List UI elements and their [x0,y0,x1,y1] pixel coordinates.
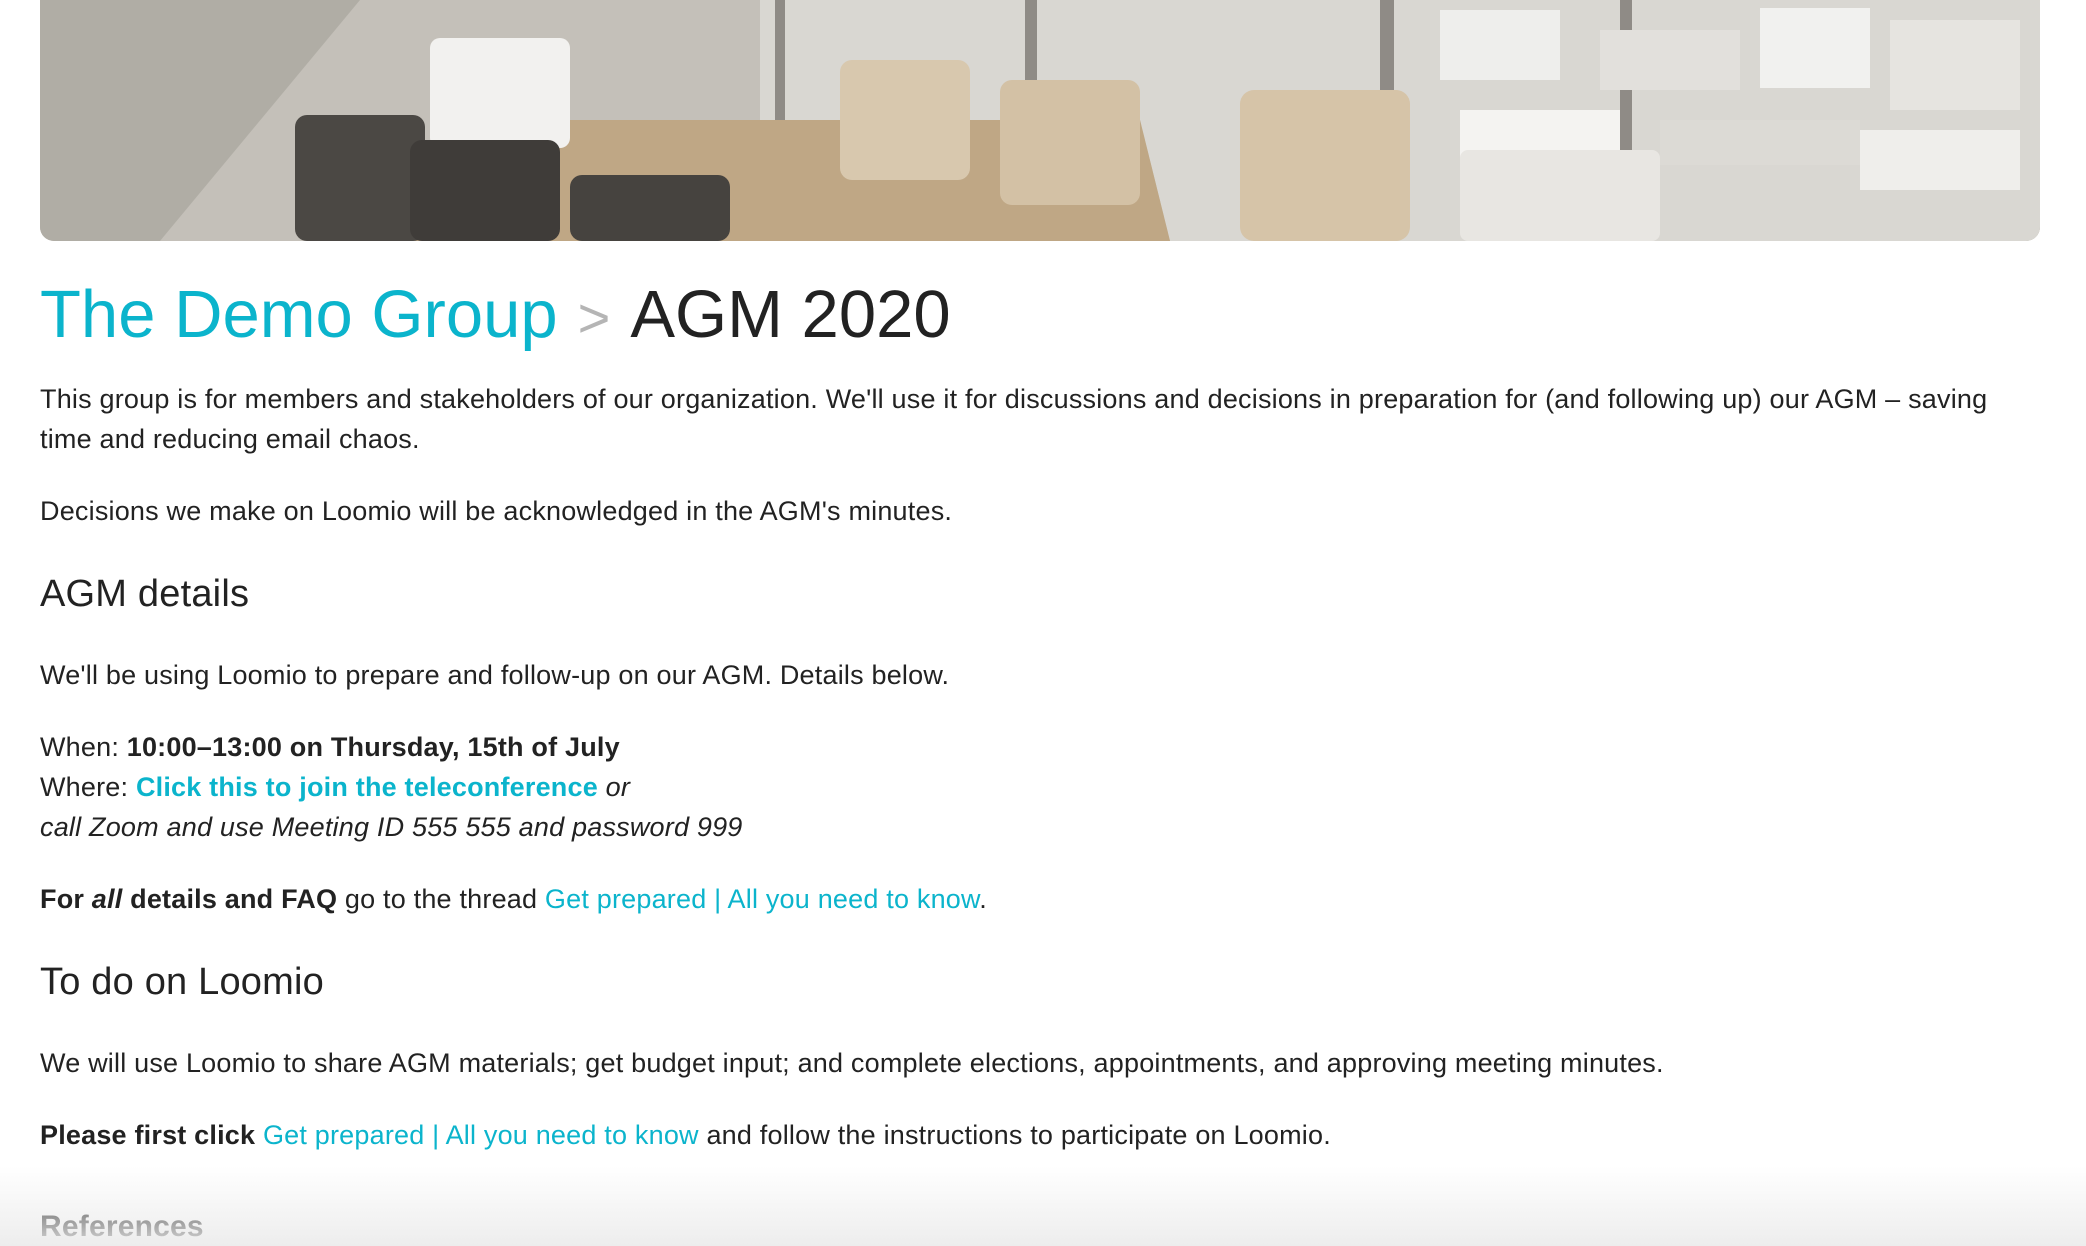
breadcrumb-separator: > [577,286,611,349]
forall-middle: go to the thread [337,884,545,914]
share-paragraph: We will use Loomio to share AGM material… [40,1048,1664,1078]
details-faq-paragraph: For all details and FAQ go to the thread… [40,879,2040,919]
meeting-info: When: 10:00–13:00 on Thursday, 15th of J… [40,727,2040,847]
forall-prefix: For all details and FAQ [40,884,338,914]
discussion-description: This group is for members and stakeholde… [40,379,2040,1246]
please-rest: and follow the instructions to participa… [698,1120,1331,1150]
please-bold: Please first click [40,1120,256,1150]
get-prepared-link-2[interactable]: Get prepared | All you need to know [263,1120,699,1150]
please-click-paragraph: Please first click Get prepared | All yo… [40,1115,2040,1155]
breadcrumb: The Demo Group > AGM 2020 [40,275,2040,355]
discussion-title: AGM 2020 [630,277,951,352]
call-instructions: call Zoom and use Meeting ID 555 555 and… [40,812,743,842]
references-heading: References [40,1210,204,1243]
teleconference-link[interactable]: Click this to join the teleconference [136,772,598,802]
forall-all: all [91,884,123,914]
decisions-paragraph: Decisions we make on Loomio will be ackn… [40,496,953,526]
group-cover-image [40,0,2040,241]
discussion-page: The Demo Group > AGM 2020 This group is … [40,0,2040,1246]
where-or: or [597,772,631,802]
forall-end: . [979,884,987,914]
when-value: 10:00–13:00 on Thursday, 15th of July [126,732,620,762]
where-label: Where: [40,772,136,802]
when-label: When: [40,732,127,762]
get-prepared-link[interactable]: Get prepared | All you need to know [545,884,979,914]
group-name-link[interactable]: The Demo Group [40,275,558,355]
todo-heading: To do on Loomio [40,961,324,1003]
using-paragraph: We'll be using Loomio to prepare and fol… [40,660,950,690]
intro-paragraph: This group is for members and stakeholde… [40,384,1988,454]
agm-details-heading: AGM details [40,573,250,615]
cover-photo-illustration [40,0,2040,241]
